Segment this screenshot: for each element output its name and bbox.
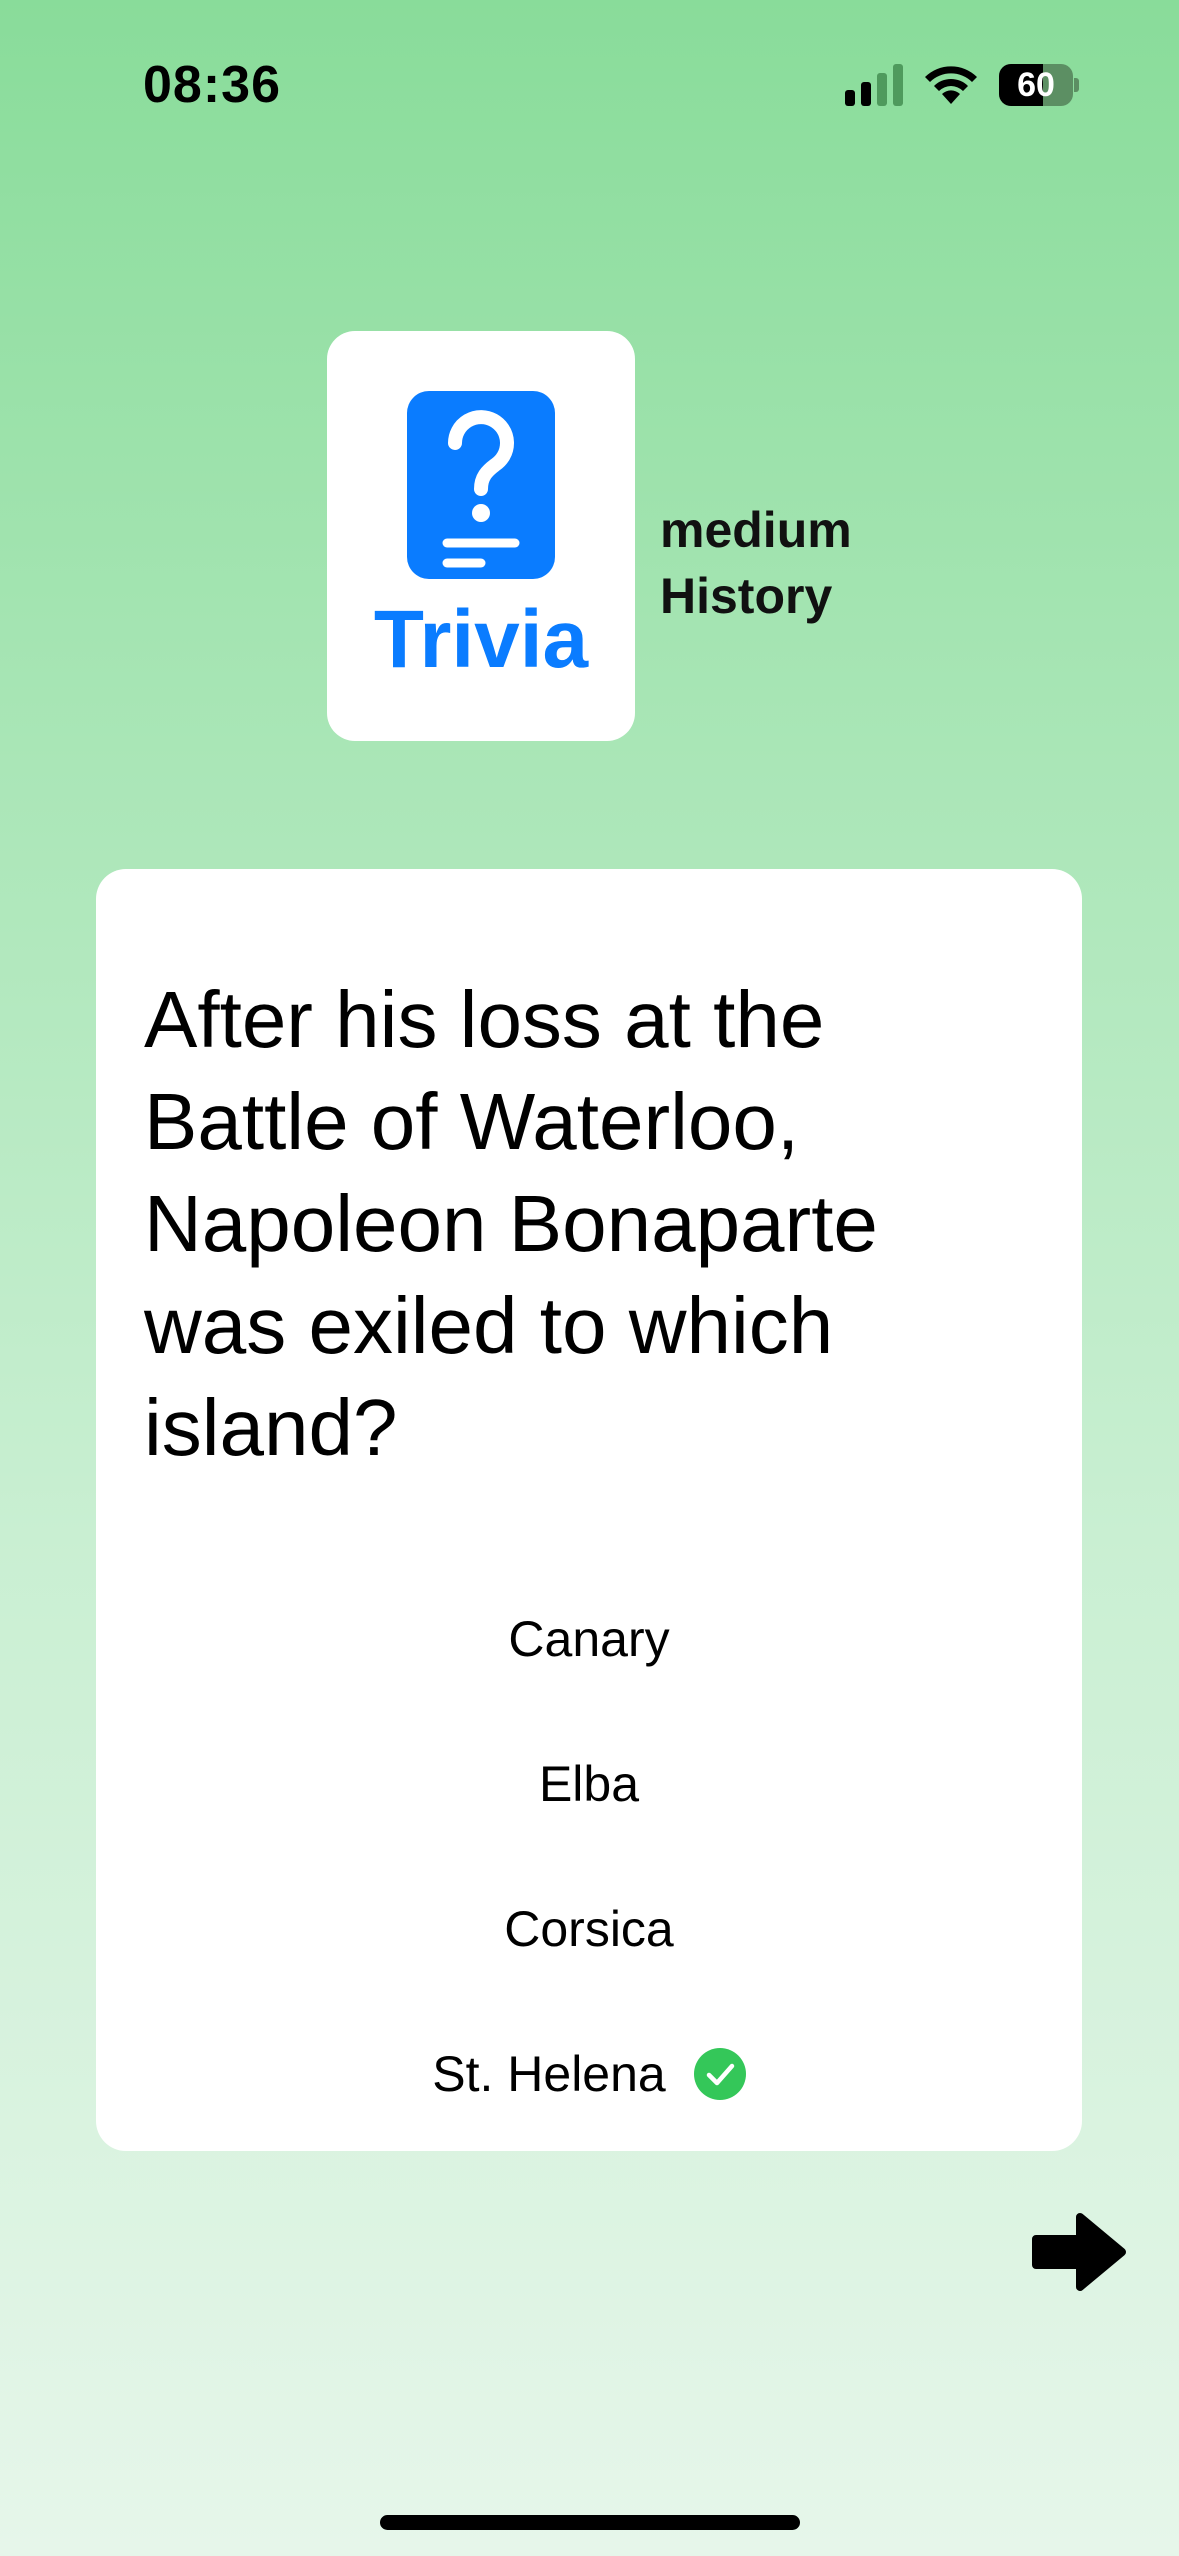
category-label: History [660,568,833,624]
answer-label: Elba [538,1755,640,1812]
next-question-button[interactable] [1028,2207,1128,2297]
arrow-right-icon [1032,2213,1126,2291]
answer-option-st-helena[interactable]: St. Helena [96,2001,1082,2146]
app-name: Trivia [373,594,589,685]
checkmark-circle-icon [693,2047,746,2100]
answer-label: Corsica [504,1900,674,1957]
status-bar: 08:36 60 [0,0,1179,170]
answer-option-elba[interactable]: Elba [96,1711,1082,1856]
difficulty-label: medium [660,502,852,558]
status-time: 08:36 [143,56,281,114]
battery-level: 60 [1017,66,1055,104]
answer-label: Canary [508,1610,670,1667]
answer-option-corsica[interactable]: Corsica [96,1856,1082,2001]
answer-label: St. Helena [432,2045,666,2102]
battery-indicator: 60 [999,64,1079,106]
question-card-icon [407,391,555,579]
answer-option-canary[interactable]: Canary [96,1566,1082,1711]
question-text: After his loss at the Battle of Waterloo… [144,975,878,1472]
wifi-icon [925,66,977,104]
quiz-meta: medium History [660,497,852,629]
cellular-signal-icon [845,64,903,106]
app-logo-card: Trivia [327,331,635,741]
answer-list: Canary Elba Corsica St. Helena [96,1566,1082,2146]
question-card: After his loss at the Battle of Waterloo… [96,869,1082,2151]
home-indicator [380,2515,800,2530]
